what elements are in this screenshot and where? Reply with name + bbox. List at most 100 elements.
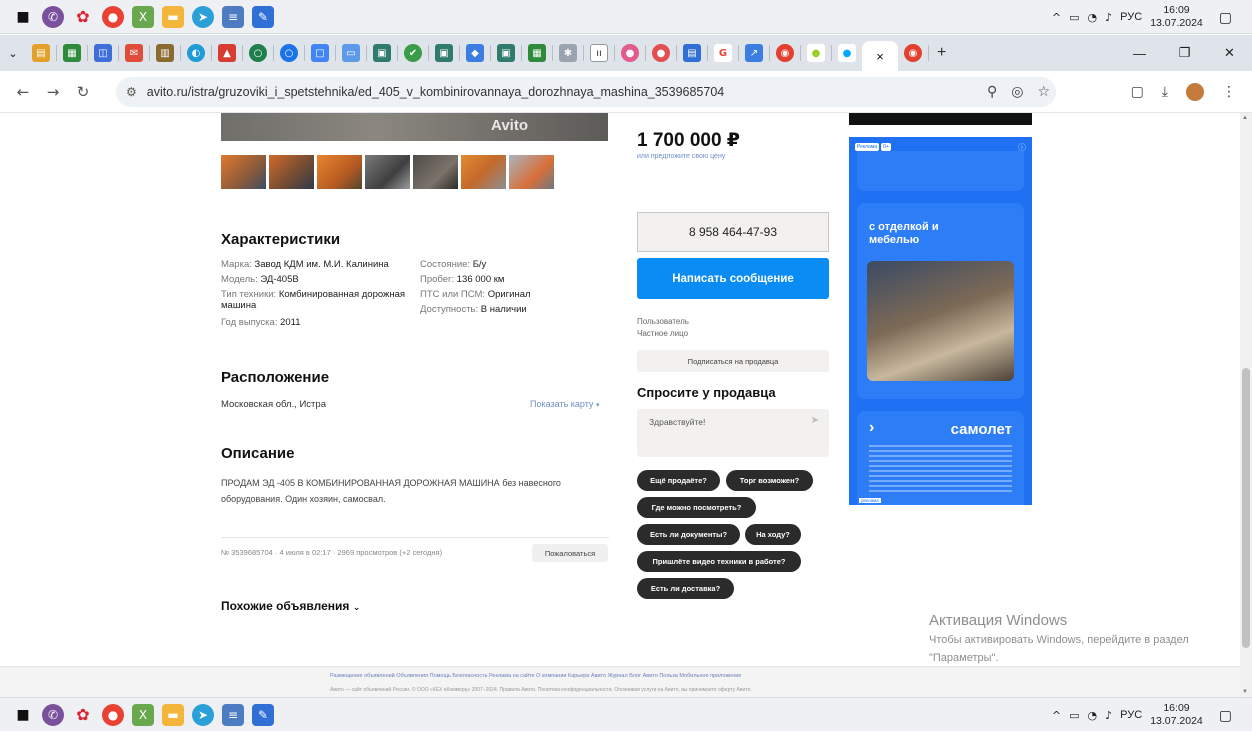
wifi-icon[interactable]: ◔ (1088, 709, 1098, 722)
tab-favicon-22[interactable]: ▤ (683, 44, 701, 62)
tab-favicon-1[interactable]: ▤ (32, 44, 50, 62)
similar-listings-toggle[interactable]: Похожие объявления ⌄ (221, 599, 360, 613)
quick-question-chip[interactable]: Есть ли доставка? (637, 578, 734, 599)
quick-question-chip[interactable]: На ходу? (745, 524, 801, 545)
tab-search-icon[interactable]: ⌄ (0, 47, 26, 60)
thumbnail-6[interactable] (461, 155, 506, 189)
wifi-icon[interactable]: ◔ (1088, 11, 1098, 24)
subscribe-seller-button[interactable]: Подписаться на продавца (637, 350, 829, 372)
thumbnail-7[interactable] (509, 155, 554, 189)
restore-icon[interactable]: ❐ (1162, 35, 1207, 71)
chrome-icon[interactable]: ● (102, 703, 124, 726)
address-bar[interactable]: ⚙ avito.ru/istra/gruzoviki_i_spetstehnik… (116, 77, 1056, 107)
page-scrollbar[interactable]: ▲ ▼ (1240, 113, 1252, 697)
tab-favicon-25[interactable]: ◉ (776, 44, 794, 62)
write-message-button[interactable]: Написать сообщение (637, 258, 829, 299)
complain-button[interactable]: Пожаловаться (532, 544, 608, 562)
telegram-icon[interactable]: ➤ (192, 703, 214, 726)
close-window-icon[interactable]: ✕ (1207, 35, 1252, 71)
tab-favicon-7[interactable]: ▲ (218, 44, 236, 62)
battery-icon[interactable]: ▭ (1069, 709, 1079, 722)
seller-name[interactable]: Пользователь (637, 316, 689, 328)
thumbnail-3[interactable] (317, 155, 362, 189)
offer-price-link[interactable]: или предложите свою цену (637, 153, 725, 160)
main-photo[interactable]: Avito (221, 113, 608, 141)
thumbnail-4[interactable] (365, 155, 410, 189)
tab-favicon-19[interactable]: ıı (590, 44, 608, 62)
volume-icon[interactable]: ♪ (1105, 709, 1112, 722)
show-map-link[interactable]: Показать карту ▾ (530, 399, 599, 409)
menu-kebab-icon[interactable]: ⋮ (1222, 84, 1236, 100)
viber-icon[interactable]: ✆ (42, 5, 64, 28)
quick-question-chip[interactable]: Ещё продаёте? (637, 470, 720, 491)
tab-favicon-avito-2[interactable]: ● (838, 44, 856, 62)
quick-question-chip[interactable]: Пришлёте видео техники в работе? (637, 551, 801, 572)
scroll-down-icon[interactable]: ▼ (1242, 689, 1248, 695)
notifications-icon[interactable]: ▢ (1219, 707, 1232, 724)
notifications-icon[interactable]: ▢ (1219, 9, 1232, 26)
file-explorer-icon[interactable]: ▬ (162, 703, 184, 726)
bookmark-star-icon[interactable]: ☆ (1037, 84, 1050, 100)
send-icon[interactable]: ➤ (811, 415, 819, 426)
tab-favicon-2[interactable]: ▦ (63, 44, 81, 62)
thumbnail-2[interactable] (269, 155, 314, 189)
phone-number-box[interactable]: 8 958 464-47-93 (637, 212, 829, 252)
footer-links[interactable]: Размещение объявлений Объявления Помощь … (330, 673, 741, 679)
tab-favicon-21[interactable]: ● (652, 44, 670, 62)
tab-favicon-9[interactable]: ○ (280, 44, 298, 62)
excel-icon[interactable]: X (132, 5, 154, 28)
tab-favicon-3[interactable]: ◫ (94, 44, 112, 62)
excel-icon[interactable]: X (132, 703, 154, 726)
tab-favicon-6[interactable]: ◐ (187, 44, 205, 62)
battery-icon[interactable]: ▭ (1069, 11, 1079, 24)
tab-favicon-13[interactable]: ✔ (404, 44, 422, 62)
network-app-icon[interactable]: ✿ (72, 704, 94, 726)
minimize-icon[interactable]: — (1117, 35, 1162, 71)
paint-app-icon[interactable]: ✎ (252, 5, 274, 28)
volume-icon[interactable]: ♪ (1105, 11, 1112, 24)
thumbnail-1[interactable] (221, 155, 266, 189)
url-text[interactable]: avito.ru/istra/gruzoviki_i_spetstehnika/… (147, 85, 724, 99)
tab-favicon-17[interactable]: ▦ (528, 44, 546, 62)
tab-favicon-20[interactable]: ● (621, 44, 639, 62)
telegram-icon[interactable]: ➤ (192, 5, 214, 28)
tab-favicon-12[interactable]: ▣ (373, 44, 391, 62)
tab-favicon-8[interactable]: ○ (249, 44, 267, 62)
language-indicator[interactable]: РУС (1120, 709, 1142, 721)
paint-app-icon[interactable]: ✎ (252, 703, 274, 726)
download-icon[interactable]: ⤓ (1162, 84, 1168, 100)
quick-question-chip[interactable]: Торг возможен? (726, 470, 813, 491)
file-explorer-icon[interactable]: ▬ (162, 5, 184, 28)
tab-favicon-16[interactable]: ▣ (497, 44, 515, 62)
tab-favicon-18[interactable]: ✱ (559, 44, 577, 62)
active-tab[interactable]: × (862, 41, 898, 71)
notes-app-icon[interactable]: ≡ (222, 703, 244, 726)
new-tab-button[interactable]: + (937, 44, 946, 62)
ask-seller-input[interactable]: Здравствуйте! ➤ (637, 409, 829, 457)
tab-favicon-11[interactable]: ▭ (342, 44, 360, 62)
windows-start-icon[interactable]: ■ (12, 704, 34, 726)
tab-favicon-24[interactable]: ↗ (745, 44, 763, 62)
quick-question-chip[interactable]: Есть ли документы? (637, 524, 740, 545)
quick-question-chip[interactable]: Где можно посмотреть? (637, 497, 756, 518)
scroll-up-icon[interactable]: ▲ (1242, 115, 1248, 121)
scrollbar-thumb[interactable] (1242, 368, 1250, 648)
windows-start-icon[interactable]: ■ (12, 6, 34, 28)
profile-avatar[interactable] (1186, 83, 1204, 101)
site-settings-icon[interactable]: ⚙ (126, 85, 137, 99)
thumbnail-5[interactable] (413, 155, 458, 189)
network-app-icon[interactable]: ✿ (72, 6, 94, 28)
taskbar-clock[interactable]: 16:09 13.07.2024 (1150, 702, 1203, 728)
tab-favicon-gmail[interactable]: ✉ (125, 44, 143, 62)
viber-icon[interactable]: ✆ (42, 703, 64, 726)
tab-favicon-avito-1[interactable]: ● (807, 44, 825, 62)
tab-favicon-10[interactable]: □ (311, 44, 329, 62)
chrome-icon[interactable]: ● (102, 5, 124, 28)
extensions-icon[interactable]: ▢ (1131, 84, 1144, 100)
tab-favicon-28[interactable]: ◉ (904, 44, 922, 62)
ad-banner[interactable]: Реклама 0+ ⓘ с отделкой и мебелью › само… (849, 137, 1032, 505)
tab-favicon-5[interactable]: ▥ (156, 44, 174, 62)
tab-favicon-google[interactable]: G (714, 44, 732, 62)
language-indicator[interactable]: РУС (1120, 11, 1142, 23)
tab-favicon-14[interactable]: ▣ (435, 44, 453, 62)
